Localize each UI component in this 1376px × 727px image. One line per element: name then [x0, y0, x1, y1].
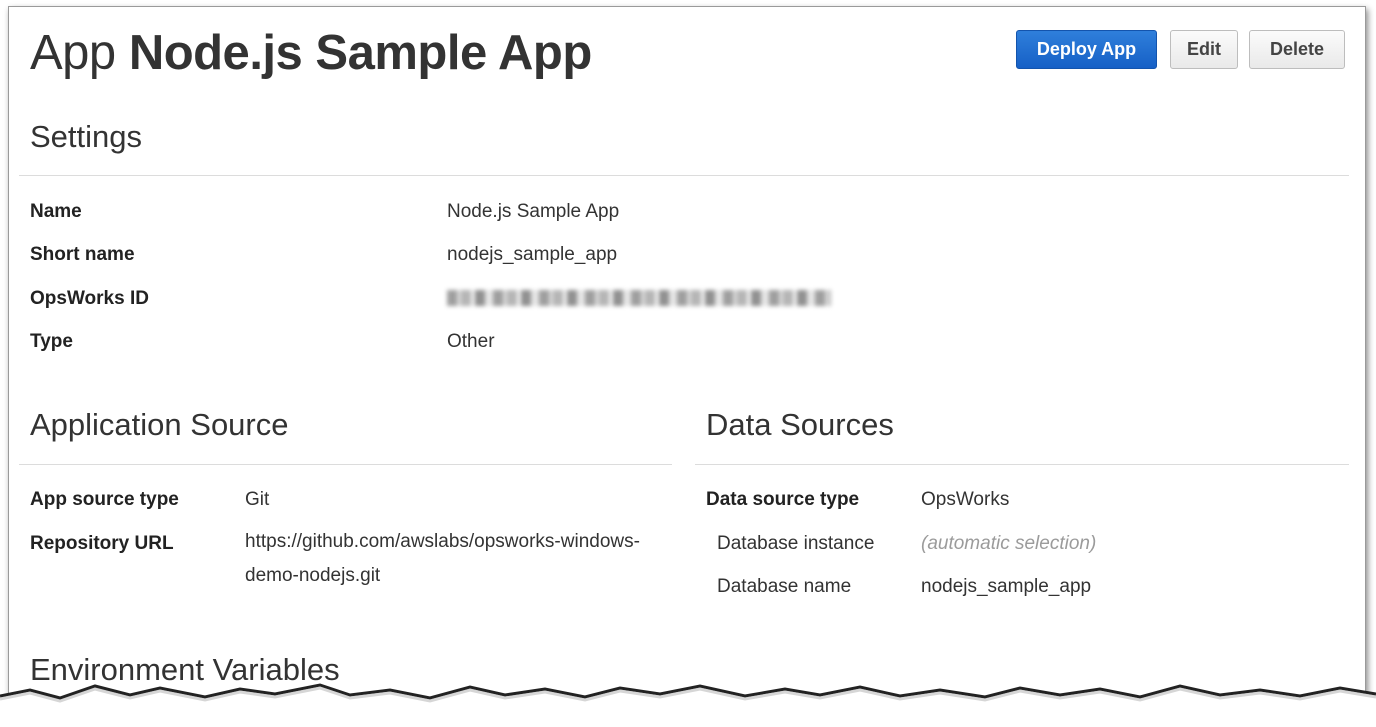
deploy-app-button[interactable]: Deploy App [1016, 30, 1157, 69]
repository-url-label: Repository URL [30, 533, 174, 554]
data-sources-heading: Data Sources [706, 407, 894, 442]
type-label: Type [30, 331, 73, 352]
app-name-title: Node.js Sample App [128, 26, 592, 80]
page-title: App Node.js Sample App [30, 25, 592, 81]
title-prefix: App [30, 26, 116, 80]
settings-heading: Settings [30, 119, 143, 154]
opsworks-id-label: OpsWorks ID [30, 288, 149, 309]
application-source-divider [19, 464, 672, 465]
data-sources-divider [695, 464, 1349, 465]
delete-button[interactable]: Delete [1249, 30, 1345, 69]
data-source-type-value: OpsWorks [921, 489, 1010, 510]
short-name-label: Short name [30, 244, 135, 265]
app-source-type-label: App source type [30, 489, 179, 510]
name-label: Name [30, 201, 82, 222]
settings-divider [19, 175, 1349, 176]
repository-url-value: https://github.com/awslabs/opsworks-wind… [245, 531, 640, 586]
app-details-panel: App Node.js Sample App Deploy App Edit D… [8, 6, 1366, 716]
opsworks-id-value-redacted [447, 290, 831, 306]
short-name-value: nodejs_sample_app [447, 244, 618, 265]
application-source-heading: Application Source [30, 407, 289, 442]
database-name-label: Database name [717, 576, 852, 597]
database-instance-label: Database instance [717, 533, 875, 554]
type-value: Other [447, 331, 495, 352]
database-name-value: nodejs_sample_app [921, 576, 1092, 597]
database-instance-value: (automatic selection) [921, 533, 1097, 554]
torn-edge-decoration [0, 683, 1376, 727]
name-value: Node.js Sample App [447, 201, 620, 222]
edit-button[interactable]: Edit [1170, 30, 1238, 69]
app-source-type-value: Git [245, 489, 270, 510]
data-source-type-label: Data source type [706, 489, 860, 510]
